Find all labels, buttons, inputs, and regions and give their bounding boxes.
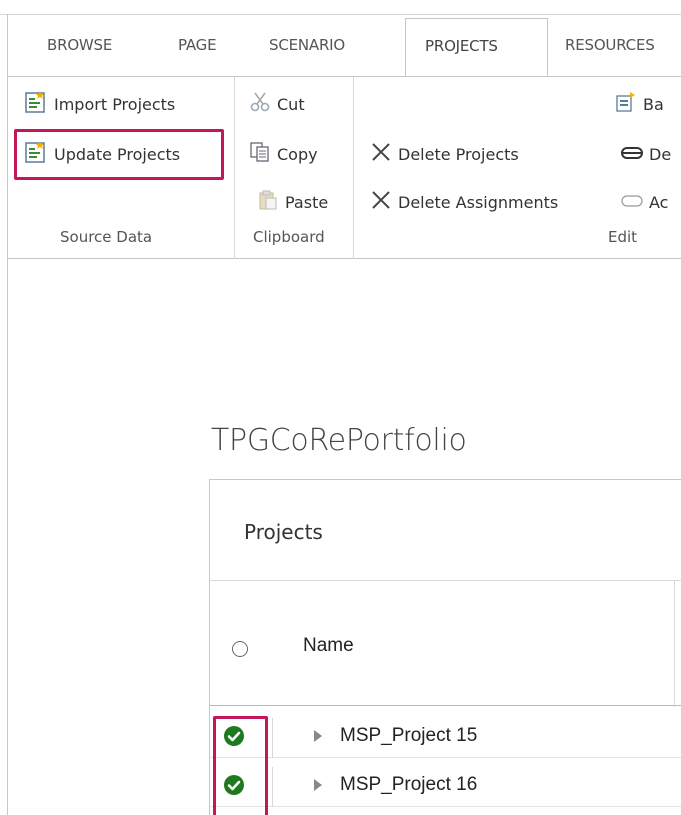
import-projects-label: Import Projects — [54, 94, 176, 114]
grid-title: Projects — [244, 520, 323, 544]
baseline-icon — [615, 91, 637, 117]
project-name[interactable]: MSP_Project 16 — [340, 774, 477, 796]
import-projects-icon — [24, 90, 48, 118]
import-projects-button[interactable]: Import Projects — [24, 89, 175, 119]
clipboard-group-label: Clipboard — [253, 228, 325, 246]
group-separator — [234, 77, 235, 259]
scissors-icon — [249, 91, 271, 117]
tab-resources[interactable]: RESOURCES — [565, 15, 655, 75]
tab-projects[interactable]: PROJECTS — [405, 18, 548, 80]
delete-projects-button[interactable]: Delete Projects — [370, 139, 519, 169]
table-row[interactable]: MSP_Project 15 — [210, 718, 681, 758]
cut-label: Cut — [277, 94, 305, 114]
delete-assignments-button[interactable]: Delete Assignments — [370, 187, 558, 217]
row-divider — [272, 718, 273, 758]
activate-button[interactable]: Ac — [621, 187, 668, 217]
paste-icon — [257, 189, 279, 215]
copy-icon — [249, 141, 271, 167]
copy-button[interactable]: Copy — [249, 139, 318, 169]
tab-scenario[interactable]: SCENARIO — [269, 15, 345, 75]
ribbon-tab-bar: BROWSE PAGE SCENARIO PROJECTS RESOURCES — [8, 15, 681, 80]
group-separator — [353, 77, 354, 259]
delete-assignments-label: Delete Assignments — [398, 192, 559, 212]
tab-browse[interactable]: BROWSE — [47, 15, 112, 75]
column-header-name[interactable]: Name — [303, 635, 354, 657]
deactivate-button[interactable]: De — [621, 139, 671, 169]
status-column-highlight — [213, 716, 268, 815]
expand-arrow-icon[interactable] — [314, 779, 322, 791]
expand-arrow-icon[interactable] — [314, 730, 322, 742]
tab-page[interactable]: PAGE — [178, 15, 217, 75]
ribbon: Import Projects Update Projects Source D… — [8, 76, 681, 259]
paste-button[interactable]: Paste — [257, 187, 328, 217]
projects-grid: Projects Name MSP_Project 15 MSP_Project… — [209, 479, 681, 815]
source-data-group-label: Source Data — [60, 228, 153, 246]
project-name[interactable]: MSP_Project 15 — [340, 725, 477, 747]
edit-group-label: Edit — [608, 228, 638, 246]
delete-x-icon — [370, 189, 392, 215]
link-icon — [621, 145, 643, 164]
delete-projects-label: Delete Projects — [398, 144, 519, 164]
cut-button[interactable]: Cut — [249, 89, 305, 119]
toggle-icon — [621, 193, 643, 212]
page-title: TPGCoRePortfolio — [211, 423, 467, 458]
grid-header: Name — [210, 580, 681, 707]
select-all-radio[interactable] — [232, 641, 248, 657]
baseline-label: Ba — [643, 94, 664, 114]
column-divider — [674, 581, 675, 707]
activate-label: Ac — [649, 192, 669, 212]
row-divider — [272, 767, 273, 807]
table-row[interactable]: MSP_Project 16 — [210, 767, 681, 807]
deactivate-label: De — [649, 144, 672, 164]
delete-x-icon — [370, 141, 392, 167]
paste-label: Paste — [285, 192, 329, 212]
baseline-button[interactable]: Ba — [615, 89, 664, 119]
copy-label: Copy — [277, 144, 318, 164]
update-projects-highlight — [14, 129, 224, 180]
